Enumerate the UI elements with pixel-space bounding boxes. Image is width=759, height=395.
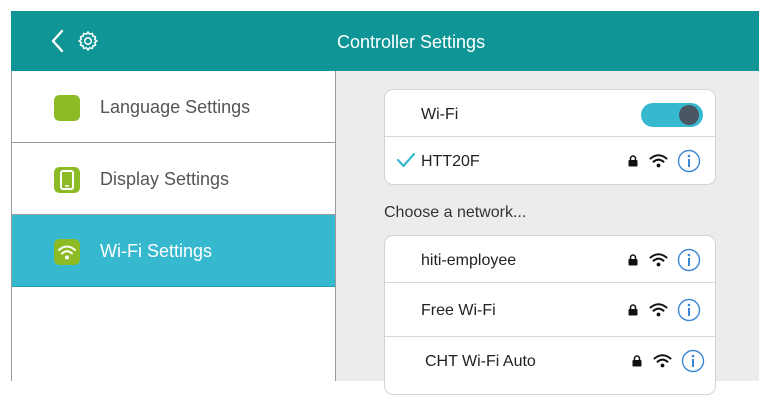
wifi-toggle-label: Wi-Fi (421, 106, 459, 123)
lock-icon (628, 155, 638, 167)
wifi-settings-panel: Wi-Fi HTT20F Choose a network... hiti-em… (336, 71, 759, 395)
network-name: hiti-employee (421, 252, 517, 269)
wifi-signal-icon (649, 253, 668, 267)
language-icon (54, 95, 80, 121)
toggle-knob (679, 105, 699, 125)
network-row[interactable]: Free Wi-Fi (385, 283, 715, 337)
network-name: CHT Wi-Fi Auto (425, 353, 536, 370)
wifi-signal-icon (649, 154, 668, 168)
network-list: hiti-employee Free Wi-Fi CHT Wi-Fi Auto (384, 235, 716, 395)
network-icons (628, 298, 701, 322)
sidebar-item-display[interactable]: Display Settings (12, 143, 335, 215)
network-row[interactable]: hiti-employee (385, 236, 715, 283)
network-name: Free Wi-Fi (421, 302, 496, 319)
display-icon (54, 167, 80, 193)
sidebar-item-wifi[interactable]: Wi-Fi Settings (12, 215, 335, 287)
network-name: HTT20F (421, 153, 480, 170)
sidebar-item-label: Wi-Fi Settings (100, 241, 213, 261)
wifi-signal-icon (653, 354, 672, 368)
sidebar-item-language[interactable]: Language Settings (12, 71, 335, 143)
connected-network-row[interactable]: HTT20F (385, 137, 715, 184)
sidebar-item-label: Display Settings (100, 169, 230, 189)
back-arrow-icon[interactable] (49, 28, 67, 54)
lock-icon (632, 355, 642, 367)
checkmark-icon (396, 152, 416, 168)
wifi-icon (54, 239, 80, 265)
wifi-signal-icon (649, 303, 668, 317)
page-title: Controller Settings (337, 32, 486, 52)
wifi-toggle[interactable] (641, 103, 703, 127)
info-icon[interactable] (677, 248, 701, 272)
sidebar: Language Settings Display Settings Wi-Fi… (12, 71, 335, 381)
network-icons (628, 248, 701, 272)
info-icon[interactable] (681, 349, 705, 373)
gear-icon[interactable] (77, 30, 99, 52)
network-icons (632, 349, 705, 373)
network-row[interactable]: CHT Wi-Fi Auto (385, 337, 715, 384)
info-icon[interactable] (677, 298, 701, 322)
choose-network-heading: Choose a network... (384, 204, 527, 221)
lock-icon (628, 254, 638, 266)
lock-icon (628, 304, 638, 316)
network-icons (628, 149, 701, 173)
sidebar-item-label: Language Settings (100, 97, 251, 117)
header-bar: Controller Settings (11, 11, 759, 71)
wifi-toggle-row: Wi-Fi (385, 90, 715, 137)
wifi-status-card: Wi-Fi HTT20F (384, 89, 716, 185)
info-icon[interactable] (677, 149, 701, 173)
